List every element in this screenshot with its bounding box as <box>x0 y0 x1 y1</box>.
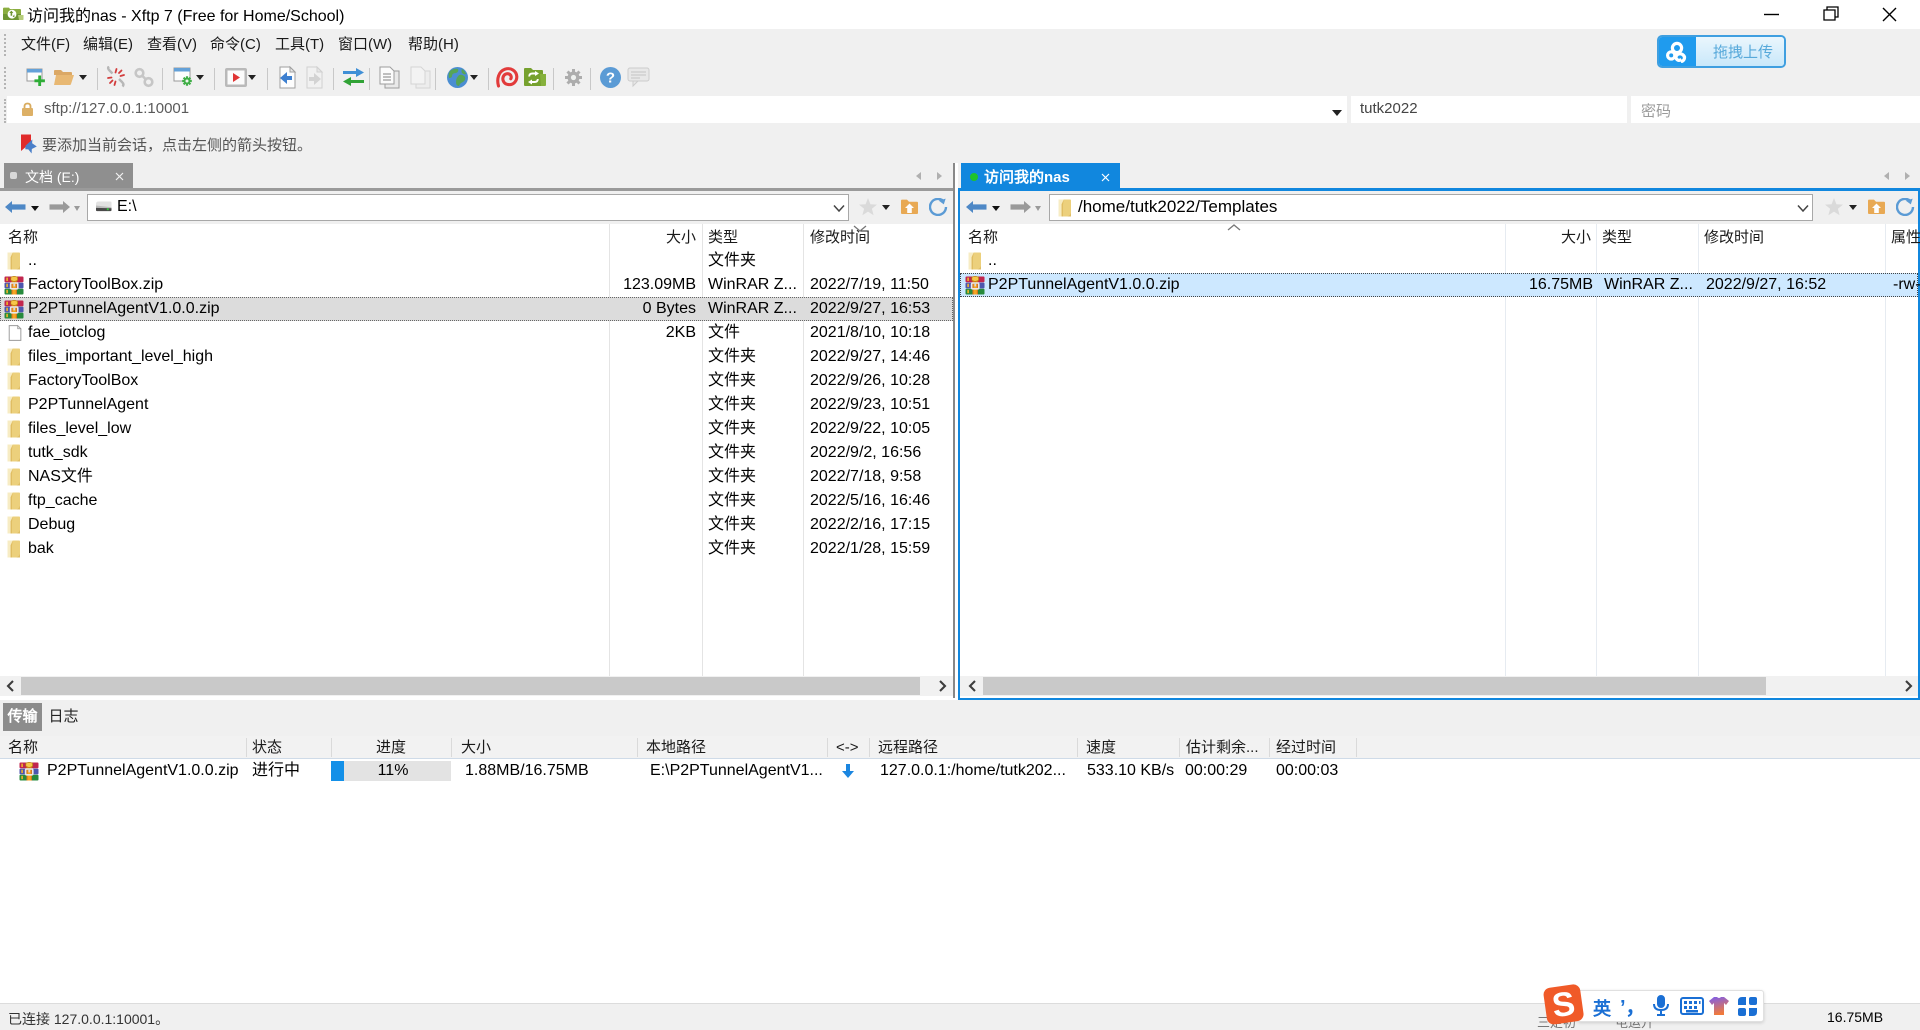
svg-text:?: ? <box>606 70 615 87</box>
